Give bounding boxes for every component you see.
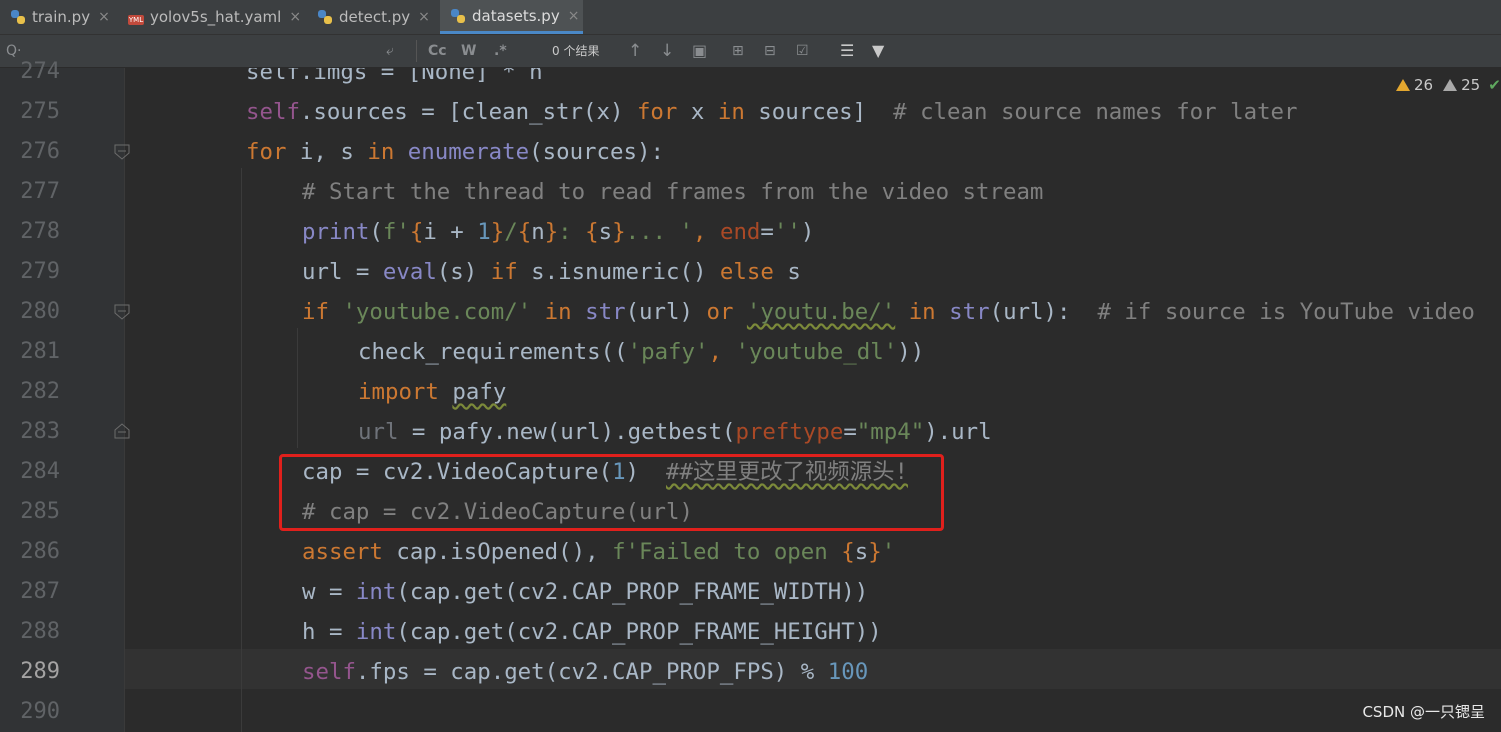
code-line-282: import pafy	[358, 379, 507, 405]
line-number: 290	[20, 699, 60, 724]
filter-icon[interactable]: ▼	[872, 35, 884, 67]
line-number: 274	[20, 59, 60, 84]
code-line-277: # Start the thread to read frames from t…	[302, 179, 1044, 205]
code-line-286: assert cap.isOpened(), f'Failed to open …	[302, 539, 896, 565]
search-results-count: 0 个结果	[552, 44, 600, 58]
select-all-checkbox-icon[interactable]: ☑	[796, 35, 809, 67]
code-line-289: self.fps = cap.get(cv2.CAP_PROP_FPS) % 1…	[302, 659, 869, 685]
tab-train-py[interactable]: train.py ×	[0, 0, 117, 34]
tab-label: train.py	[32, 8, 91, 26]
next-occurrence-icon[interactable]: ↓	[660, 35, 674, 67]
close-icon[interactable]: ×	[98, 9, 110, 25]
regex-toggle[interactable]: .*	[494, 35, 507, 67]
remove-selection-icon[interactable]: ⊟	[764, 35, 776, 67]
line-number: 286	[20, 539, 60, 564]
inspection-widget[interactable]: 26 25 ✔	[1396, 76, 1501, 94]
indent-guide	[297, 328, 298, 448]
code-line-287: w = int(cap.get(cv2.CAP_PROP_FRAME_WIDTH…	[302, 579, 869, 605]
previous-occurrence-icon[interactable]: ↑	[628, 35, 642, 67]
separator	[416, 40, 417, 62]
yaml-file-icon: YML	[128, 15, 144, 25]
tab-yolov5s-hat-yaml[interactable]: YML yolov5s_hat.yaml ×	[118, 0, 306, 34]
python-file-icon	[317, 9, 333, 25]
highlight-annotation-box	[279, 454, 944, 531]
line-number: 276	[20, 139, 60, 164]
tab-label: yolov5s_hat.yaml	[150, 8, 282, 26]
line-number: 289	[20, 659, 60, 684]
line-number: 281	[20, 339, 60, 364]
match-case-toggle[interactable]: Cc	[428, 35, 447, 67]
code-line-279: url = eval(s) if s.isnumeric() else s	[302, 259, 801, 285]
tab-label: detect.py	[339, 8, 411, 26]
line-number: 282	[20, 379, 60, 404]
weak-warning-count: 25	[1461, 76, 1481, 94]
tab-detect-py[interactable]: detect.py ×	[307, 0, 437, 34]
code-line-275: self.sources = [clean_str(x) for x in so…	[246, 99, 1298, 125]
fold-marker-icon[interactable]	[114, 144, 130, 160]
weak-warning-icon	[1443, 79, 1458, 91]
new-line-icon[interactable]: ⤶	[386, 35, 394, 67]
whole-words-toggle[interactable]: W	[461, 35, 476, 67]
close-icon[interactable]: ×	[568, 8, 580, 24]
line-number: 275	[20, 99, 60, 124]
line-number: 287	[20, 579, 60, 604]
search-input[interactable]	[40, 39, 400, 63]
code-line-283: url = pafy.new(url).getbest(preftype="mp…	[358, 419, 992, 445]
close-icon[interactable]: ×	[289, 9, 301, 25]
line-number: 279	[20, 259, 60, 284]
code-line-288: h = int(cap.get(cv2.CAP_PROP_FRAME_HEIGH…	[302, 619, 882, 645]
line-number: 284	[20, 459, 60, 484]
line-number: 278	[20, 219, 60, 244]
find-toolbar: Q· ⤶ Cc W .* 0 个结果 ↑ ↓ ▣ ⊞ ⊟ ☑ ☰ ▼	[0, 35, 1501, 68]
line-number: 283	[20, 419, 60, 444]
line-number: 277	[20, 179, 60, 204]
fold-marker-icon[interactable]	[114, 304, 130, 320]
filter-settings-icon[interactable]: ☰	[840, 35, 854, 67]
tab-datasets-py[interactable]: datasets.py ×	[440, 0, 583, 34]
indent-guide	[241, 168, 242, 732]
watermark: CSDN @一只锶呈	[1362, 703, 1485, 721]
add-selection-icon[interactable]: ⊞	[732, 35, 744, 67]
warning-count: 26	[1414, 76, 1434, 94]
line-number: 280	[20, 299, 60, 324]
warning-icon	[1396, 79, 1410, 91]
code-line-278: print(f'{i + 1}/{n}: {s}... ', end='')	[302, 219, 815, 245]
line-number: 288	[20, 619, 60, 644]
python-file-icon	[450, 8, 466, 24]
line-number: 285	[20, 499, 60, 524]
code-line-276: for i, s in enumerate(sources):	[246, 139, 664, 165]
check-icon: ✔	[1488, 76, 1501, 94]
code-line-281: check_requirements(('pafy', 'youtube_dl'…	[358, 339, 925, 365]
close-icon[interactable]: ×	[418, 9, 430, 25]
select-all-occurrences-icon[interactable]: ▣	[692, 35, 707, 67]
tab-label: datasets.py	[472, 6, 560, 25]
python-file-icon	[10, 9, 26, 25]
editor-tab-bar: train.py × YML yolov5s_hat.yaml × detect…	[0, 0, 1501, 35]
code-line-280: if 'youtube.com/' in str(url) or 'youtu.…	[302, 299, 1475, 325]
fold-end-marker-icon[interactable]	[114, 423, 130, 439]
